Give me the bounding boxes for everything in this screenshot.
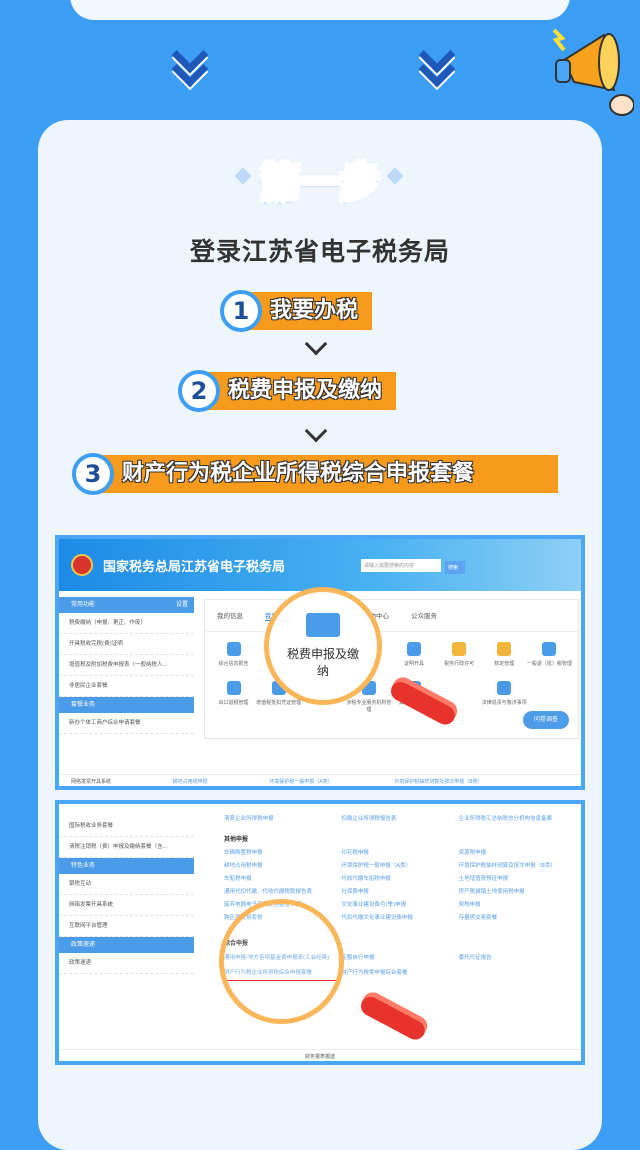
megaphone-icon xyxy=(552,28,634,116)
site-title: 国家税务总局江苏省电子税务局 xyxy=(103,559,286,575)
link[interactable]: 代收代缴车船税申报 xyxy=(341,874,456,885)
link[interactable]: 存量房交易套餐 xyxy=(459,913,574,924)
link[interactable]: 扣缴企业所得税报告表 xyxy=(341,814,456,825)
link[interactable]: 财产行为税零申报综合套餐 xyxy=(341,967,456,981)
step-number: 2 xyxy=(178,370,220,412)
sidebar-item[interactable]: 非居民企业套餐 xyxy=(59,676,194,697)
link[interactable]: 代扣代缴文化事业建设费申报 xyxy=(341,913,456,924)
step-title-text: 第一步 xyxy=(259,159,381,207)
link[interactable]: 委托代征报告 xyxy=(459,952,574,965)
emblem-icon xyxy=(71,554,93,576)
link[interactable]: 资源税申报 xyxy=(459,848,574,859)
sidebar-header-special[interactable]: 特色业务 xyxy=(59,858,194,874)
link[interactable]: 房产税城镇土地使用税申报 xyxy=(459,887,574,898)
screenshot-portal-home: 国家税务总局江苏省电子税务局 请输入需要搜索的内容 搜索 常用功能 设置 税费缴纳… xyxy=(55,535,585,790)
sidebar-item[interactable]: 互联网平台管理 xyxy=(59,916,194,937)
step-label: 财产行为税企业所得税综合申报套餐 xyxy=(98,455,558,493)
sidebar-item[interactable]: 银税互动 xyxy=(59,874,194,895)
link[interactable]: 环境保护税抽样测算及按次申报（B类） xyxy=(459,861,574,872)
sidebar-item[interactable]: 网络发票开具系统 xyxy=(59,895,194,916)
search-input[interactable]: 请输入需要搜索的内容 xyxy=(361,558,441,572)
tab-public[interactable]: 公众服务 xyxy=(411,610,437,621)
link[interactable]: 环境保护税一般申报（A类） xyxy=(341,861,456,872)
monitor-icon xyxy=(306,613,340,637)
sidebar-item[interactable]: 增值税及附加税费申报表（一般纳税人... xyxy=(59,655,194,676)
step-2: 2 税费申报及缴纳 xyxy=(178,370,397,412)
sidebar-header-policy[interactable]: 政策速递 xyxy=(59,937,194,953)
chevron-down-icon xyxy=(414,36,460,88)
footer-link[interactable]: 耕地占用税申报 xyxy=(173,779,208,785)
magnified-label[interactable]: 税费申报及缴纳 xyxy=(283,645,363,679)
link[interactable]: 社保费申报 xyxy=(341,887,456,898)
sidebar-item[interactable]: 清税注销税（费）申报及缴纳套餐（含... xyxy=(59,837,194,858)
link[interactable]: 文化事业建设费月(季)申报 xyxy=(341,900,456,911)
sidebar-header-common[interactable]: 常用功能 设置 xyxy=(59,597,194,613)
footer-tab[interactable]: 财务报表报送 xyxy=(59,1049,581,1061)
survey-button[interactable]: 问卷调查 xyxy=(523,711,569,729)
sidebar: 国际税收业务套餐 清税注销税（费）申报及缴纳套餐（含... 特色业务 银税互动 … xyxy=(59,816,194,974)
footer-link[interactable]: 环境保护税一般申报（A类） xyxy=(269,779,332,785)
screenshot-declaration-page: 国际税收业务套餐 清税注销税（费）申报及缴纳套餐（含... 特色业务 银税互动 … xyxy=(55,800,585,1065)
footer-row: 网络发票开具系统 耕地占用税申报 环境保护税一般申报（A类） 环境保护税抽样测算… xyxy=(59,774,581,786)
grid-item[interactable]: 综合信息报告 xyxy=(211,642,256,667)
step-3: 3 财产行为税企业所得税综合申报套餐 xyxy=(72,453,558,495)
sidebar-item[interactable]: 新办个体工商户综合申请套餐 xyxy=(59,713,194,734)
step-number: 3 xyxy=(72,453,114,495)
heading: 登录江苏省电子税务局 xyxy=(189,237,450,266)
search-button[interactable]: 搜索 xyxy=(445,561,465,574)
step-title: 第一步 xyxy=(0,150,640,208)
link[interactable]: 通用代扣代缴、代收代缴税款报告表 xyxy=(224,887,339,898)
magnifier: 税费申报及缴纳 xyxy=(264,587,382,705)
top-card xyxy=(70,0,570,20)
tab-my-info[interactable]: 我的信息 xyxy=(217,610,243,621)
grid-item[interactable]: 法律追责与救济事项 xyxy=(482,681,527,713)
link[interactable]: 印花税申报 xyxy=(341,848,456,859)
step-label: 税费申报及缴纳 xyxy=(204,372,397,410)
chevron-down-icon xyxy=(167,36,213,88)
step-number: 1 xyxy=(220,290,262,332)
sidebar-item[interactable]: 政策速递 xyxy=(59,953,194,974)
header-label: 常用功能 xyxy=(71,601,96,608)
magnifier xyxy=(219,899,344,1024)
link[interactable]: 耕地占用税申报 xyxy=(224,861,339,872)
link[interactable]: 契税申报 xyxy=(459,900,574,911)
sidebar-item[interactable]: 开具税收完税(费)证明 xyxy=(59,634,194,655)
site-banner: 国家税务总局江苏省电子税务局 请输入需要搜索的内容 xyxy=(59,539,581,591)
link[interactable]: 企业所得税汇总纳税总分机构信息备案 xyxy=(459,814,574,825)
footer-link[interactable]: 环境保护税抽样测算及按次申报（B类） xyxy=(394,779,482,785)
section-other: 其他申报 xyxy=(224,836,249,843)
link[interactable]: 清算企业所得税申报 xyxy=(224,814,339,825)
link[interactable]: 定额自行申报 xyxy=(341,952,456,965)
sidebar: 常用功能 设置 税费缴纳（申报、更正、作废） 开具税收完税(费)证明 增值税及附加… xyxy=(59,597,194,734)
grid-item[interactable]: 证明开具 xyxy=(392,642,437,667)
sidebar-item[interactable]: 国际税收业务套餐 xyxy=(59,816,194,837)
grid-item[interactable]: 一般退（抵）税管理 xyxy=(527,642,572,667)
grid-item[interactable]: 税务行政许可 xyxy=(437,642,482,667)
link[interactable]: 土地增值税预征申报 xyxy=(459,874,574,885)
settings-link[interactable]: 设置 xyxy=(176,597,188,613)
sidebar-header-package[interactable]: 套餐业务 xyxy=(59,697,194,713)
link[interactable]: 车船税申报 xyxy=(224,874,339,885)
step-label: 我要办税 xyxy=(246,292,373,330)
magnifier-handle xyxy=(357,988,431,1044)
grid-item[interactable]: 出口退税管理 xyxy=(211,681,256,713)
step-1: 1 我要办税 xyxy=(220,290,373,332)
sidebar-item[interactable]: 税费缴纳（申报、更正、作废） xyxy=(59,613,194,634)
link[interactable]: 车辆购置税申报 xyxy=(224,848,339,859)
footer-link[interactable]: 网络发票开具系统 xyxy=(71,779,111,785)
grid-item[interactable]: 核定管理 xyxy=(482,642,527,667)
